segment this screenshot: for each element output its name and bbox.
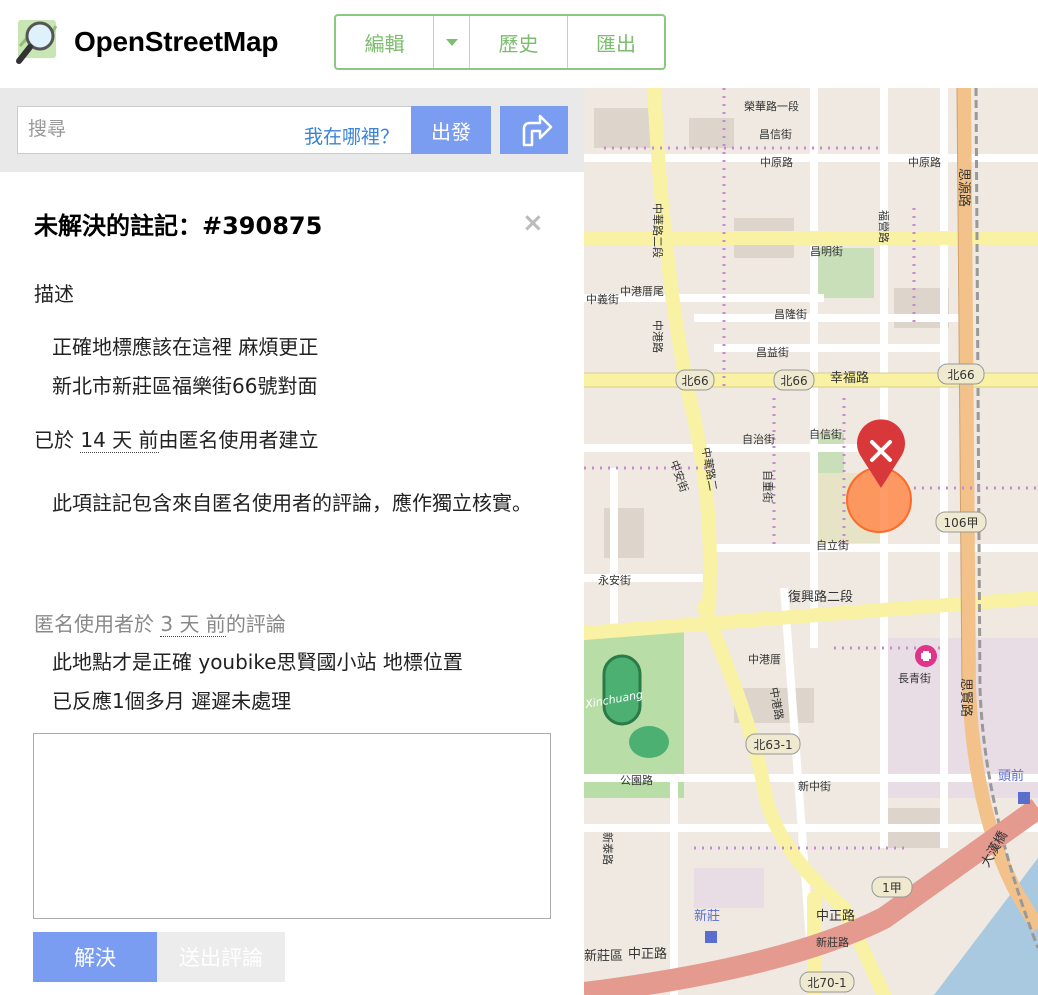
comment-time: 3 天 前 bbox=[160, 612, 226, 637]
created-time: 14 天 前 bbox=[80, 428, 159, 453]
hospital-icon bbox=[915, 645, 937, 667]
street-label: 復興路二段 bbox=[788, 589, 853, 605]
comment-suffix: 的評論 bbox=[225, 612, 286, 636]
street-label: 中港路 bbox=[651, 320, 664, 353]
created-prefix: 已於 bbox=[34, 428, 81, 452]
street-label: 中港厝尾 bbox=[620, 285, 664, 298]
street-label: 中原路 bbox=[760, 156, 793, 169]
where-am-i-link[interactable]: 我在哪裡？ bbox=[304, 122, 399, 149]
street-label: 中港厝 bbox=[748, 653, 781, 666]
map-view[interactable]: 榮華路一段 中原路 中原路 昌信街 中華路二段 中港厝尾 中義街 中港路 昌明街… bbox=[584, 88, 1038, 995]
sidebar: 我在哪裡？ 出發 未解決的註記：#390875 × 描述 正確地標應該在這裡 麻… bbox=[0, 88, 584, 995]
brand-title[interactable]: OpenStreetMap bbox=[74, 26, 279, 58]
description-text: 正確地標應該在這裡 麻煩更正 新北市新莊區福樂街66號對面 bbox=[52, 328, 318, 406]
chevron-down-icon bbox=[445, 38, 458, 46]
route-shield: 106甲 bbox=[944, 516, 979, 530]
street-label: 自信街 bbox=[809, 427, 842, 441]
route-shield: 北66 bbox=[947, 368, 974, 382]
osm-logo-icon[interactable] bbox=[14, 16, 66, 66]
note-title: 未解決的註記：#390875 bbox=[34, 212, 323, 240]
station-icon bbox=[1018, 792, 1030, 804]
street-label: 自立街 bbox=[816, 538, 849, 552]
street-label: 永安街 bbox=[598, 573, 631, 587]
comment-text: 此地點才是正確 youbike思賢國小站 地標位置 已反應1個多月 遲遲未處理 bbox=[52, 643, 463, 721]
map-canvas[interactable]: 榮華路一段 中原路 中原路 昌信街 中華路二段 中港厝尾 中義街 中港路 昌明街… bbox=[584, 88, 1038, 995]
street-label: 思賢路 bbox=[958, 678, 974, 717]
comment-prefix: 匿名使用者於 bbox=[34, 612, 161, 636]
street-label: 頭前 bbox=[998, 768, 1024, 784]
created-info: 已於 14 天 前由匿名使用者建立 bbox=[34, 424, 319, 453]
route-shield: 北63-1 bbox=[753, 738, 792, 752]
street-label: 福營路 bbox=[877, 210, 891, 243]
comment-line: 此地點才是正確 youbike思賢國小站 地標位置 bbox=[52, 650, 463, 674]
street-label: 榮華路一段 bbox=[744, 99, 799, 113]
search-field-wrapper: 我在哪裡？ bbox=[17, 106, 411, 154]
street-label: 自治街 bbox=[742, 432, 775, 446]
street-label: 中正路 bbox=[816, 908, 855, 924]
edit-button[interactable]: 編輯 bbox=[336, 16, 434, 68]
description-heading: 描述 bbox=[34, 282, 74, 306]
comment-line: 已反應1個多月 遲遲未處理 bbox=[52, 689, 292, 713]
created-suffix: 由匿名使用者建立 bbox=[158, 428, 319, 452]
street-label: 新莊 bbox=[694, 908, 720, 924]
directions-icon bbox=[522, 114, 553, 147]
street-label: 新中街 bbox=[798, 779, 831, 793]
street-label: 中華路二段 bbox=[651, 203, 665, 258]
street-label: 新莊路 bbox=[816, 935, 849, 949]
street-label: 長青街 bbox=[898, 671, 931, 685]
station-icon bbox=[705, 931, 717, 943]
history-button[interactable]: 歷史 bbox=[470, 16, 568, 68]
description-line: 新北市新莊區福樂街66號對面 bbox=[52, 374, 318, 398]
street-label: 公園路 bbox=[620, 774, 653, 787]
street-label: 昌益街 bbox=[756, 345, 789, 359]
resolve-button[interactable]: 解決 bbox=[33, 932, 157, 982]
street-label: 思源路 bbox=[956, 168, 972, 207]
close-icon[interactable]: × bbox=[522, 208, 544, 238]
street-label: 自重街 bbox=[761, 470, 775, 503]
route-shield: 北66 bbox=[780, 374, 807, 388]
route-shield: 1甲 bbox=[882, 881, 902, 895]
route-shield: 北70-1 bbox=[807, 976, 846, 990]
street-label: 中原路 bbox=[908, 156, 941, 169]
edit-dropdown-button[interactable] bbox=[434, 16, 470, 68]
export-button[interactable]: 匯出 bbox=[568, 16, 664, 68]
search-bar: 我在哪裡？ 出發 bbox=[0, 88, 584, 172]
route-shield: 北66 bbox=[681, 374, 708, 388]
street-label: 中安街 bbox=[667, 458, 691, 494]
street-label: 中正路 bbox=[628, 946, 667, 962]
search-go-button[interactable]: 出發 bbox=[411, 106, 491, 154]
comment-textarea[interactable] bbox=[33, 733, 551, 919]
top-header: OpenStreetMap 編輯 歷史 匯出 bbox=[0, 0, 1038, 88]
street-label: 昌信街 bbox=[759, 127, 792, 141]
street-label: 新莊區 bbox=[584, 948, 623, 964]
street-label: 幸福路 bbox=[830, 370, 869, 386]
street-label: 新泰路 bbox=[601, 832, 615, 865]
edit-nav-group: 編輯 歷史 匯出 bbox=[334, 14, 666, 70]
street-label: 昌隆街 bbox=[774, 307, 807, 321]
submit-comment-button[interactable]: 送出評論 bbox=[157, 932, 285, 982]
comment-heading: 匿名使用者於 3 天 前的評論 bbox=[34, 608, 286, 637]
directions-button[interactable] bbox=[500, 106, 568, 154]
search-input[interactable] bbox=[18, 107, 278, 151]
street-label: 昌明街 bbox=[810, 244, 843, 258]
street-label: 中義街 bbox=[586, 292, 619, 306]
anonymous-warning: 此項註記包含來自匿名使用者的評論，應作獨立核實。 bbox=[52, 491, 532, 515]
description-line: 正確地標應該在這裡 麻煩更正 bbox=[52, 335, 319, 359]
